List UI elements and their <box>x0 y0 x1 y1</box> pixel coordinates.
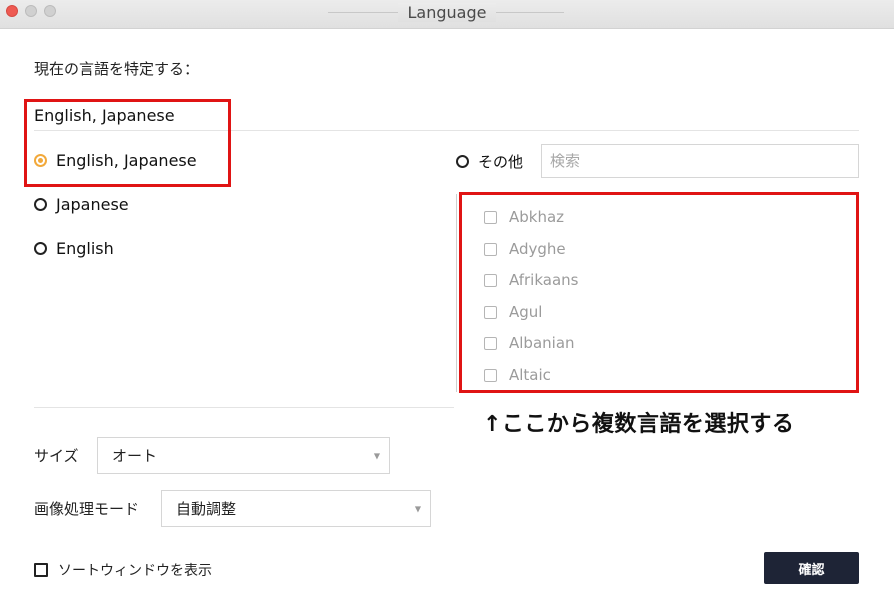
page-heading: 現在の言語を特定する： <box>34 60 200 78</box>
window-title: Language <box>397 3 497 22</box>
radio-unselected-icon <box>34 242 47 255</box>
size-select[interactable]: オート ▼ <box>97 437 390 474</box>
radio-unselected-icon <box>34 198 47 211</box>
sort-window-label: ソートウィンドウを表示 <box>58 563 212 579</box>
radio-unselected-icon <box>456 155 469 168</box>
chevron-down-icon: ▼ <box>373 451 380 460</box>
radio-option-japanese[interactable]: Japanese <box>34 195 129 214</box>
processing-mode-label: 画像処理モード <box>34 500 140 518</box>
size-label: サイズ <box>34 447 79 465</box>
radio-option-label: Japanese <box>56 195 129 214</box>
divider <box>34 407 454 408</box>
processing-mode-select[interactable]: 自動調整 ▼ <box>161 490 431 527</box>
processing-mode-select-value: 自動調整 <box>176 500 237 518</box>
highlight-box-language-list <box>459 192 859 393</box>
chevron-down-icon: ▼ <box>414 504 421 513</box>
highlight-box-current-language <box>24 99 231 187</box>
title-bar: Language <box>0 0 894 29</box>
size-select-value: オート <box>112 447 158 465</box>
radio-option-label: その他 <box>478 153 524 171</box>
radio-option-other[interactable]: その他 <box>456 151 523 172</box>
annotation-text: ↑ここから複数言語を選択する <box>483 412 795 437</box>
confirm-button[interactable]: 確認 <box>764 552 859 584</box>
radio-option-english[interactable]: English <box>34 239 114 258</box>
sort-window-checkbox[interactable]: ソートウィンドウを表示 <box>34 560 212 580</box>
checkbox-icon <box>34 563 48 577</box>
language-search-input[interactable] <box>541 144 859 178</box>
radio-option-label: English <box>56 239 114 258</box>
